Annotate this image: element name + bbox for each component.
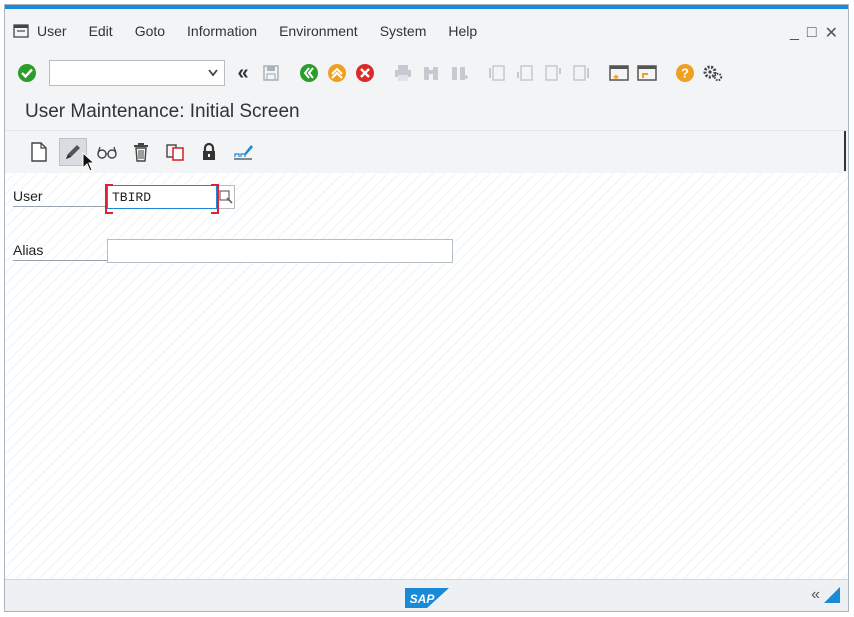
application-toolbar <box>5 131 848 173</box>
exit-button[interactable] <box>297 61 321 85</box>
last-page-icon[interactable] <box>569 61 593 85</box>
signature-icon <box>234 145 253 160</box>
first-page-icon[interactable] <box>485 61 509 85</box>
save-icon[interactable] <box>259 61 283 85</box>
back-green-icon <box>300 64 318 82</box>
pencil-icon <box>66 145 80 159</box>
alias-label: Alias <box>13 242 107 261</box>
find-next-icon[interactable] <box>447 61 471 85</box>
cancel-icon[interactable] <box>353 61 377 85</box>
shortcut-icon[interactable] <box>635 61 659 85</box>
menu-bar: User Edit Goto Information Environment S… <box>5 9 848 53</box>
alias-input[interactable] <box>107 239 453 263</box>
menu-item-edit[interactable]: Edit <box>89 23 113 39</box>
search-icon <box>218 190 233 204</box>
menu-item-goto[interactable]: Goto <box>135 23 165 39</box>
display-button[interactable] <box>93 138 121 166</box>
mouse-cursor-icon <box>82 152 96 172</box>
copy-icon <box>166 144 184 161</box>
command-input[interactable] <box>50 61 190 85</box>
main-content: User TBIRD Alias <box>5 173 848 579</box>
toolbar-divider <box>844 131 846 171</box>
new-document-icon <box>31 142 47 162</box>
alias-row: Alias <box>13 239 453 263</box>
menu-item-user[interactable]: User <box>37 23 67 39</box>
print-icon[interactable] <box>391 61 415 85</box>
glasses-icon <box>97 146 117 159</box>
next-page-icon[interactable] <box>541 61 565 85</box>
status-triangle-icon <box>824 587 840 603</box>
window-controls: _ □ ✕ <box>790 23 838 43</box>
maximize-button[interactable]: □ <box>807 24 817 42</box>
sap-logo: SAP <box>405 588 449 608</box>
close-button[interactable]: ✕ <box>825 23 838 43</box>
svg-text:?: ? <box>681 66 689 81</box>
menu-item-system[interactable]: System <box>380 23 427 39</box>
new-session-icon[interactable] <box>607 61 631 85</box>
menu-item-information[interactable]: Information <box>187 23 257 39</box>
title-area: User Maintenance: Initial Screen <box>5 93 848 131</box>
binoculars-icon[interactable] <box>419 61 443 85</box>
lock-button[interactable] <box>195 138 223 166</box>
gear-icon[interactable] <box>701 61 725 85</box>
back-icon[interactable]: « <box>231 61 255 85</box>
previous-page-icon[interactable] <box>513 61 537 85</box>
create-button[interactable] <box>25 138 53 166</box>
sap-window: User Edit Goto Information Environment S… <box>4 4 849 612</box>
collapse-icon[interactable]: « <box>811 586 820 604</box>
minimize-button[interactable]: _ <box>790 24 799 42</box>
exit-icon[interactable] <box>325 61 349 85</box>
value-help-button[interactable] <box>217 185 235 209</box>
standard-toolbar: « ? <box>5 53 848 93</box>
user-row: User TBIRD <box>13 184 235 214</box>
copy-button[interactable] <box>161 138 189 166</box>
menu-item-environment[interactable]: Environment <box>279 23 358 39</box>
user-input[interactable]: TBIRD <box>105 184 219 214</box>
trash-icon <box>134 143 148 162</box>
command-field[interactable] <box>49 60 225 86</box>
help-icon[interactable]: ? <box>673 61 697 85</box>
footer-controls: « <box>811 586 840 604</box>
menu-icon[interactable] <box>11 23 31 39</box>
ok-button[interactable] <box>15 61 39 85</box>
change-password-button[interactable] <box>229 138 257 166</box>
sap-logo-text: SAP <box>410 592 436 606</box>
chevron-down-icon[interactable] <box>206 66 220 80</box>
menu-item-help[interactable]: Help <box>448 23 477 39</box>
lock-icon <box>203 142 215 160</box>
delete-button[interactable] <box>127 138 155 166</box>
check-icon <box>18 64 36 82</box>
user-label: User <box>13 188 107 207</box>
status-bar: SAP « <box>5 579 848 611</box>
page-title: User Maintenance: Initial Screen <box>25 100 300 122</box>
